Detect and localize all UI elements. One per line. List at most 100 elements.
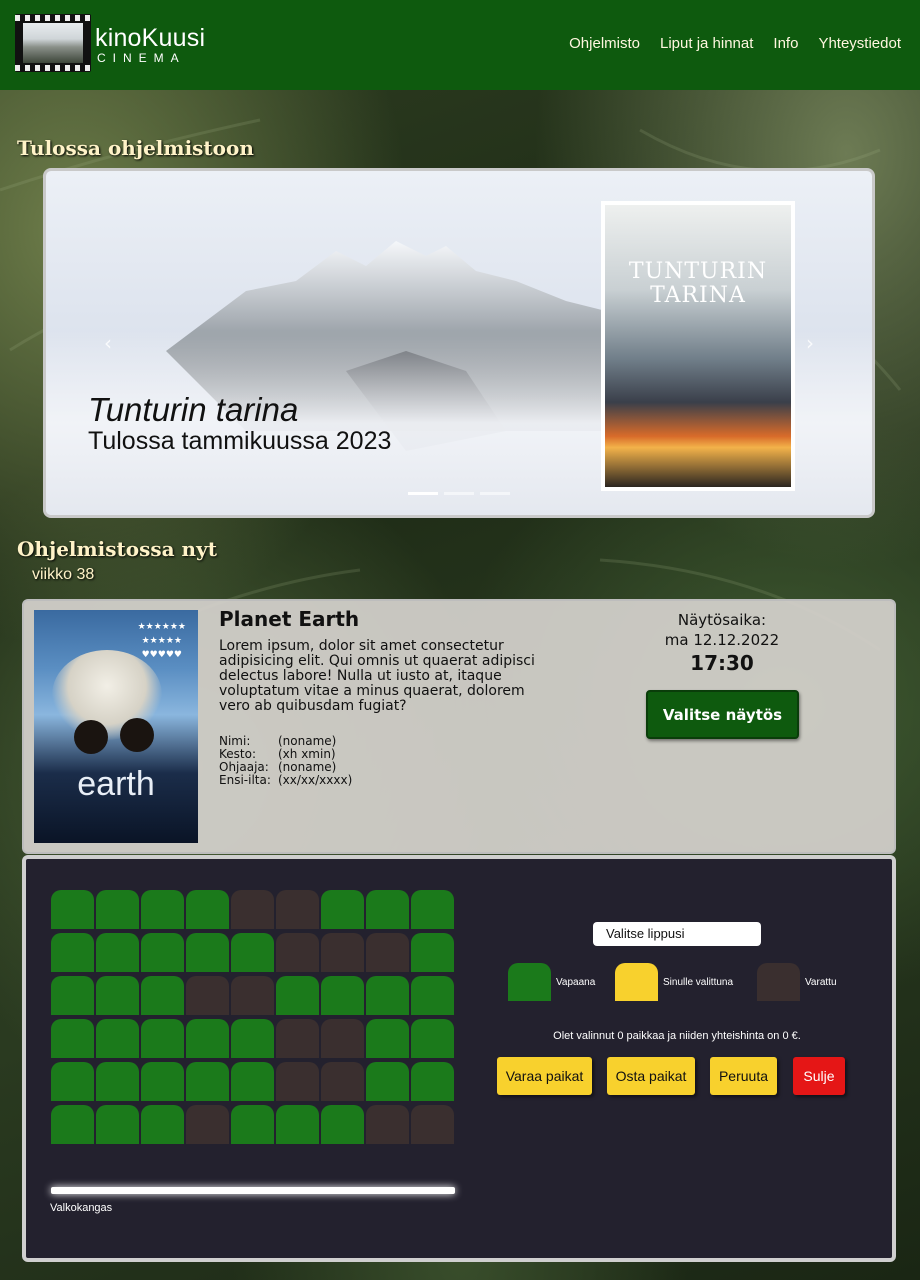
seat-2-6 [276,933,319,972]
seat-row [51,1062,454,1101]
seat-2-5[interactable] [231,933,274,972]
seat-6-5[interactable] [231,1105,274,1144]
seat-6-1[interactable] [51,1105,94,1144]
seat-2-2[interactable] [96,933,139,972]
carousel-indicator-2[interactable] [444,492,474,495]
seat-2-8 [366,933,409,972]
seat-row [51,976,454,1015]
now-showing-heading: Ohjelmistossa nyt [17,537,217,561]
seat-3-3[interactable] [141,976,184,1015]
seat-1-3[interactable] [141,890,184,929]
nav-ohjelmisto[interactable]: Ohjelmisto [569,35,640,52]
carousel-prev-icon[interactable]: ‹ [104,331,112,355]
seat-2-1[interactable] [51,933,94,972]
seat-3-6[interactable] [276,976,319,1015]
carousel-indicators [408,492,510,495]
seat-1-9[interactable] [411,890,454,929]
seat-4-6 [276,1019,319,1058]
nav-liput-ja-hinnat[interactable]: Liput ja hinnat [660,35,753,52]
seat-5-4[interactable] [186,1062,229,1101]
seat-1-7[interactable] [321,890,364,929]
seat-1-5 [231,890,274,929]
nav-info[interactable]: Info [773,35,798,52]
carousel-indicator-1[interactable] [408,492,438,495]
free-seat-swatch [508,963,551,1001]
meta-value: (xx/xx/xxxx) [278,773,353,787]
logo-text: kinoKuusi [95,24,206,52]
seat-1-1[interactable] [51,890,94,929]
seat-row [51,933,454,972]
legend-free-label: Vapaana [556,976,596,988]
seat-2-9[interactable] [411,933,454,972]
seat-4-5[interactable] [231,1019,274,1058]
seat-1-6 [276,890,319,929]
seat-6-8 [366,1105,409,1144]
movie-meta: Nimi: (noname) Kesto: (xh xmin) Ohjaaja: (n… [219,735,352,787]
seat-row [51,1019,454,1058]
seat-1-4[interactable] [186,890,229,929]
site-header: kinoKuusi CINEMA Ohjelmisto Liput ja hin… [0,0,920,90]
seat-6-3[interactable] [141,1105,184,1144]
carousel-indicator-3[interactable] [480,492,510,495]
seat-5-3[interactable] [141,1062,184,1101]
seat-map [51,890,454,1148]
seat-3-9[interactable] [411,976,454,1015]
seat-4-4[interactable] [186,1019,229,1058]
upcoming-movie-poster: TUNTURIN TARINA [601,201,795,491]
seat-4-1[interactable] [51,1019,94,1058]
movie-title: Planet Earth [219,607,360,631]
carousel-next-icon[interactable]: › [806,331,814,355]
showtime-label: Näytösaika: [677,611,767,629]
seat-row [51,890,454,929]
poster-title: TUNTURIN TARINA [628,259,768,308]
seat-5-2[interactable] [96,1062,139,1101]
rating-stars-icon: ★★★★★★ ★★★★★ ♥♥♥♥♥ [137,622,186,660]
screen-label: Valkokangas [50,1202,113,1214]
seat-2-3[interactable] [141,933,184,972]
ticket-type-select[interactable]: Valitse lippusi [593,922,761,946]
seat-5-1[interactable] [51,1062,94,1101]
seat-6-2[interactable] [96,1105,139,1144]
seat-3-7[interactable] [321,976,364,1015]
seat-5-7 [321,1062,364,1101]
seat-6-4 [186,1105,229,1144]
seat-2-4[interactable] [186,933,229,972]
showtime-time: 17:30 [690,651,754,675]
seat-1-8[interactable] [366,890,409,929]
seat-6-7[interactable] [321,1105,364,1144]
seat-5-8[interactable] [366,1062,409,1101]
seat-1-2[interactable] [96,890,139,929]
seat-5-9[interactable] [411,1062,454,1101]
nav-yhteystiedot[interactable]: Yhteystiedot [818,35,901,52]
movie-card: ★★★★★★ ★★★★★ ♥♥♥♥♥ earth Planet Earth Lore… [22,599,896,854]
seat-3-8[interactable] [366,976,409,1015]
buy-seats-button[interactable]: Osta paikat [607,1057,695,1095]
seat-4-8[interactable] [366,1019,409,1058]
site-logo[interactable]: kinoKuusi CINEMA [15,14,215,74]
seat-3-1[interactable] [51,976,94,1015]
movie-description: Lorem ipsum, dolor sit amet consectetur … [219,638,535,714]
poster-title: earth [77,765,155,803]
slide-subtitle: Tulossa tammikuussa 2023 [88,427,392,455]
seat-4-2[interactable] [96,1019,139,1058]
showtime-date: ma 12.12.2022 [664,631,780,649]
legend-selected: Sinulle valittuna [615,963,733,1001]
seat-4-3[interactable] [141,1019,184,1058]
seat-3-2[interactable] [96,976,139,1015]
seat-4-9[interactable] [411,1019,454,1058]
seat-3-4 [186,976,229,1015]
meta-key: Ensi-ilta: [219,773,271,787]
seat-5-5[interactable] [231,1062,274,1101]
legend-free: Vapaana [508,963,595,1001]
cancel-button[interactable]: Peruuta [710,1057,777,1095]
cinema-screen [51,1187,455,1194]
select-showing-button[interactable]: Valitse näytös [646,690,799,739]
selection-summary: Olet valinnut 0 paikkaa ja niiden yhteis… [553,1030,801,1042]
seat-6-6[interactable] [276,1105,319,1144]
film-strip-logo-icon [15,14,91,72]
close-button[interactable]: Sulje [793,1057,845,1095]
selected-seat-swatch [615,963,658,1001]
reserve-seats-button[interactable]: Varaa paikat [497,1057,592,1095]
logo-subtext: CINEMA [97,51,186,65]
legend-taken-label: Varattu [805,976,837,988]
